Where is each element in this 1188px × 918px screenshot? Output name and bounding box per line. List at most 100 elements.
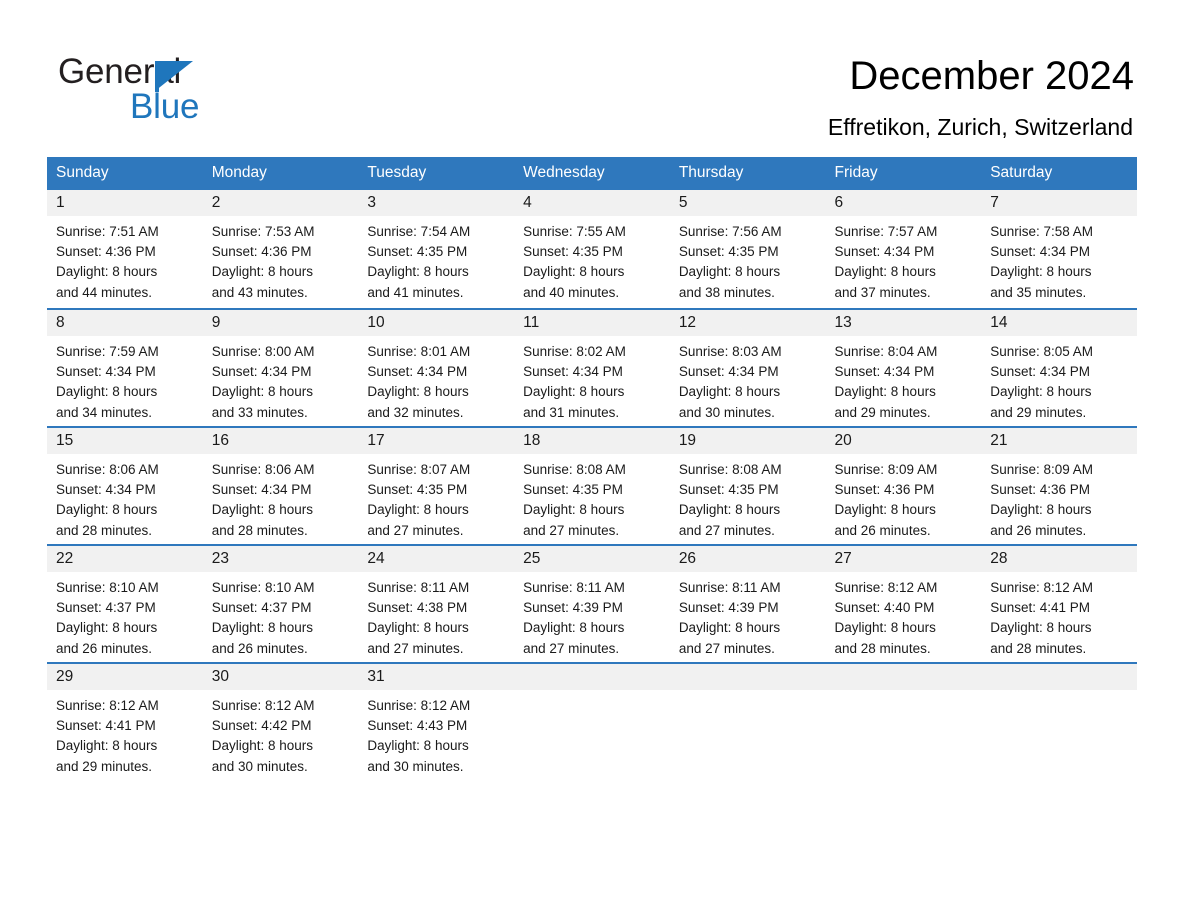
day-cell[interactable]: 26 Sunrise: 8:11 AM Sunset: 4:39 PM Dayligh…: [669, 544, 826, 662]
sunrise-text: Sunrise: 8:06 AM: [56, 462, 159, 477]
sunrise-text: Sunrise: 8:08 AM: [678, 462, 782, 477]
sunset-text: Sunset: 4:34 PM: [523, 364, 623, 380]
day-details: Sunrise: 8:08 AM Sunset: 4:35 PM Daylight:…: [514, 454, 670, 541]
day-cell[interactable]: 9 Sunrise: 8:00 AM Sunset: 4:34 PM Daylight…: [202, 308, 359, 426]
day-cell[interactable]: 8 Sunrise: 7:59 AM Sunset: 4:34 PM Daylight…: [47, 308, 203, 426]
day-number: 19: [669, 428, 826, 454]
day-cell[interactable]: 13 Sunrise: 8:04 AM Sunset: 4:34 PM Dayligh…: [825, 308, 982, 426]
daylight-text-line2: and 35 minutes.: [990, 284, 1087, 300]
calendar-page: General Blue December 2024 Effretikon, Z…: [0, 0, 1188, 918]
sunrise-text: Sunrise: 8:12 AM: [990, 580, 1094, 595]
daylight-text-line2: and 37 minutes.: [834, 284, 931, 300]
day-details: Sunrise: 7:55 AM Sunset: 4:35 PM Daylight:…: [514, 216, 670, 303]
day-cell[interactable]: 5 Sunrise: 7:56 AM Sunset: 4:35 PM Daylight…: [669, 190, 826, 308]
day-details: Sunrise: 8:12 AM Sunset: 4:42 PM Daylight:…: [203, 690, 359, 777]
sunset-text: Sunset: 4:36 PM: [56, 244, 156, 260]
daylight-text-line2: and 27 minutes.: [367, 640, 464, 656]
sunset-text: Sunset: 4:34 PM: [56, 364, 156, 380]
sunset-text: Sunset: 4:42 PM: [211, 718, 312, 734]
weekday-header-wednesday: Wednesday: [514, 157, 670, 190]
weekday-header-sunday: Sunday: [47, 157, 203, 190]
daylight-text-line2: and 44 minutes.: [56, 284, 153, 300]
sunset-text: Sunset: 4:36 PM: [990, 482, 1091, 498]
day-cell[interactable]: 28 Sunrise: 8:12 AM Sunset: 4:41 PM Dayligh…: [981, 544, 1137, 662]
day-cell[interactable]: 14 Sunrise: 8:05 AM Sunset: 4:34 PM Dayligh…: [981, 308, 1137, 426]
day-cell[interactable]: 25 Sunrise: 8:11 AM Sunset: 4:39 PM Dayligh…: [514, 544, 670, 662]
daylight-text-line1: Daylight: 8 hours: [834, 502, 936, 518]
sunset-text: Sunset: 4:34 PM: [56, 482, 156, 498]
sunset-text: Sunset: 4:34 PM: [367, 364, 468, 380]
day-cell[interactable]: 29 Sunrise: 8:12 AM Sunset: 4:41 PM Dayligh…: [47, 662, 203, 780]
calendar-header-row: Sunday Monday Tuesday Wednesday Thursday…: [47, 157, 1137, 190]
day-cell[interactable]: 21 Sunrise: 8:09 AM Sunset: 4:36 PM Dayligh…: [981, 426, 1137, 544]
day-number: 4: [514, 190, 670, 216]
day-cell[interactable]: 3 Sunrise: 7:54 AM Sunset: 4:35 PM Daylight…: [358, 190, 515, 308]
sunrise-text: Sunrise: 8:10 AM: [56, 580, 159, 595]
day-details: Sunrise: 7:58 AM Sunset: 4:34 PM Daylight:…: [981, 216, 1137, 303]
day-cell[interactable]: 2 Sunrise: 7:53 AM Sunset: 4:36 PM Daylight…: [202, 190, 359, 308]
sunset-text: Sunset: 4:39 PM: [523, 600, 623, 616]
day-number: 1: [47, 190, 203, 216]
daylight-text-line1: Daylight: 8 hours: [990, 620, 1092, 636]
day-number: 21: [981, 428, 1137, 454]
day-details: Sunrise: 8:07 AM Sunset: 4:35 PM Daylight:…: [358, 454, 514, 541]
general-blue-logo[interactable]: General Blue: [58, 52, 318, 130]
calendar-body: 1 Sunrise: 7:51 AM Sunset: 4:36 PM Daylight…: [47, 190, 1137, 780]
day-number: 6: [825, 190, 982, 216]
day-number: 18: [514, 428, 670, 454]
day-details: Sunrise: 7:59 AM Sunset: 4:34 PM Daylight:…: [47, 336, 203, 423]
day-number: 3: [358, 190, 515, 216]
day-cell[interactable]: 4 Sunrise: 7:55 AM Sunset: 4:35 PM Daylight…: [514, 190, 670, 308]
day-number: 20: [825, 428, 982, 454]
day-cell[interactable]: 20 Sunrise: 8:09 AM Sunset: 4:36 PM Dayligh…: [825, 426, 982, 544]
day-cell[interactable]: 15 Sunrise: 8:06 AM Sunset: 4:34 PM Dayligh…: [47, 426, 203, 544]
day-details: Sunrise: 8:10 AM Sunset: 4:37 PM Daylight:…: [203, 572, 359, 659]
day-details: Sunrise: 8:03 AM Sunset: 4:34 PM Daylight:…: [670, 336, 826, 423]
daylight-text-line1: Daylight: 8 hours: [211, 738, 314, 754]
day-details: [981, 690, 1137, 696]
day-cell[interactable]: 22 Sunrise: 8:10 AM Sunset: 4:37 PM Dayligh…: [47, 544, 203, 662]
day-cell[interactable]: 12 Sunrise: 8:03 AM Sunset: 4:34 PM Dayligh…: [669, 308, 826, 426]
daylight-text-line1: Daylight: 8 hours: [367, 620, 469, 636]
day-cell[interactable]: 19 Sunrise: 8:08 AM Sunset: 4:35 PM Dayligh…: [669, 426, 826, 544]
daylight-text-line1: Daylight: 8 hours: [678, 384, 781, 400]
daylight-text-line1: Daylight: 8 hours: [211, 502, 314, 518]
sunrise-text: Sunrise: 8:00 AM: [211, 344, 315, 359]
day-number: 28: [981, 546, 1137, 572]
day-cell[interactable]: 7 Sunrise: 7:58 AM Sunset: 4:34 PM Daylight…: [981, 190, 1137, 308]
day-cell-empty: [514, 662, 670, 780]
day-cell[interactable]: 17 Sunrise: 8:07 AM Sunset: 4:35 PM Dayligh…: [358, 426, 515, 544]
day-cell[interactable]: 24 Sunrise: 8:11 AM Sunset: 4:38 PM Dayligh…: [358, 544, 515, 662]
daylight-text-line1: Daylight: 8 hours: [56, 738, 158, 754]
calendar-table: Sunday Monday Tuesday Wednesday Thursday…: [47, 157, 1137, 780]
day-cell[interactable]: 6 Sunrise: 7:57 AM Sunset: 4:34 PM Daylight…: [825, 190, 982, 308]
sunrise-text: Sunrise: 8:07 AM: [367, 462, 471, 477]
day-details: Sunrise: 7:56 AM Sunset: 4:35 PM Daylight:…: [670, 216, 826, 303]
daylight-text-line1: Daylight: 8 hours: [56, 620, 158, 636]
daylight-text-line1: Daylight: 8 hours: [523, 620, 625, 636]
sunset-text: Sunset: 4:43 PM: [367, 718, 468, 734]
daylight-text-line2: and 38 minutes.: [678, 284, 775, 300]
day-cell[interactable]: 10 Sunrise: 8:01 AM Sunset: 4:34 PM Dayligh…: [358, 308, 515, 426]
daylight-text-line2: and 27 minutes.: [367, 522, 464, 538]
calendar-week-row: 1 Sunrise: 7:51 AM Sunset: 4:36 PM Daylight…: [47, 190, 1137, 308]
day-cell[interactable]: 31 Sunrise: 8:12 AM Sunset: 4:43 PM Dayligh…: [358, 662, 515, 780]
day-cell[interactable]: 18 Sunrise: 8:08 AM Sunset: 4:35 PM Dayligh…: [514, 426, 670, 544]
sunrise-text: Sunrise: 8:09 AM: [834, 462, 938, 477]
day-number: [825, 664, 982, 690]
day-number: 7: [981, 190, 1137, 216]
day-cell[interactable]: 11 Sunrise: 8:02 AM Sunset: 4:34 PM Dayligh…: [514, 308, 670, 426]
day-number: 25: [514, 546, 670, 572]
daylight-text-line1: Daylight: 8 hours: [990, 502, 1092, 518]
daylight-text-line1: Daylight: 8 hours: [523, 384, 625, 400]
daylight-text-line2: and 28 minutes.: [990, 640, 1087, 656]
day-cell[interactable]: 27 Sunrise: 8:12 AM Sunset: 4:40 PM Dayligh…: [825, 544, 982, 662]
day-cell[interactable]: 30 Sunrise: 8:12 AM Sunset: 4:42 PM Dayligh…: [202, 662, 359, 780]
sunrise-text: Sunrise: 7:51 AM: [56, 224, 159, 239]
weekday-header-tuesday: Tuesday: [358, 157, 515, 190]
day-cell[interactable]: 23 Sunrise: 8:10 AM Sunset: 4:37 PM Dayligh…: [202, 544, 359, 662]
day-number: 5: [669, 190, 826, 216]
day-cell[interactable]: 1 Sunrise: 7:51 AM Sunset: 4:36 PM Daylight…: [47, 190, 203, 308]
day-cell[interactable]: 16 Sunrise: 8:06 AM Sunset: 4:34 PM Dayligh…: [202, 426, 359, 544]
day-number: 30: [202, 664, 359, 690]
